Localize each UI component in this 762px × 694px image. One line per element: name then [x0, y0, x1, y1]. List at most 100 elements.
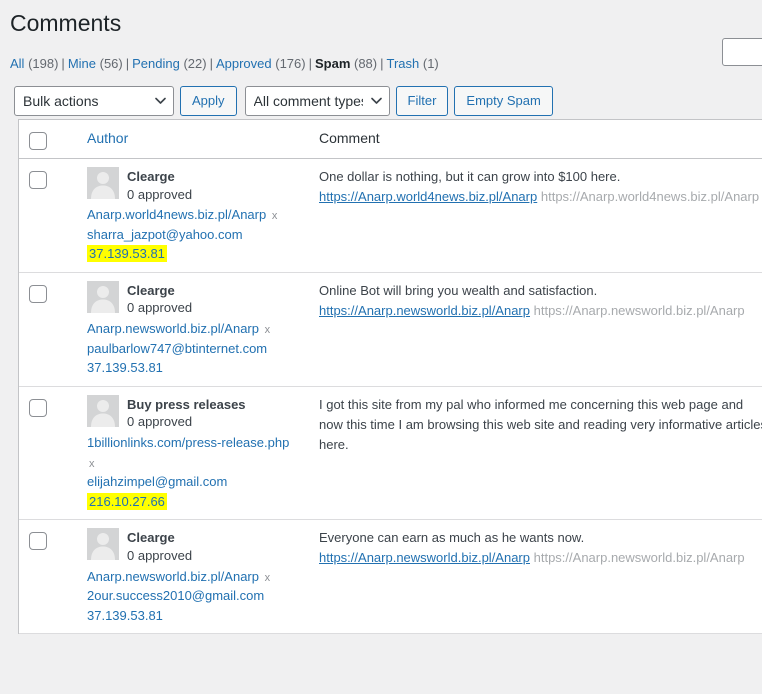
- comment-plain-url: https://Anarp.newsworld.biz.pl/Anarp: [533, 303, 745, 319]
- filter-link-trash[interactable]: Trash: [387, 56, 420, 71]
- filter-item-approved: Approved (176) |: [216, 56, 315, 71]
- row-checkbox[interactable]: [29, 398, 47, 417]
- filter-separator: |: [380, 55, 384, 71]
- author-meta: Buy press releases 0 approved: [127, 395, 246, 432]
- author-email-link[interactable]: paulbarlow747@btinternet.com: [87, 341, 267, 356]
- filter-link-spam[interactable]: Spam: [315, 56, 350, 71]
- remove-url-link[interactable]: x: [270, 210, 280, 222]
- table-body: Clearge 0 approved Anarp.world4news.biz.pl…: [19, 159, 762, 635]
- comment-text: Online Bot will bring you wealth and sat…: [319, 282, 745, 319]
- status-filter-links: All (198) | Mine (56) | Pending (22) | Approve…: [10, 51, 762, 77]
- row-checkbox[interactable]: [29, 532, 47, 551]
- author-ip-link[interactable]: 37.139.53.81: [87, 245, 167, 263]
- apply-button[interactable]: Apply: [180, 85, 237, 116]
- empty-spam-button[interactable]: Empty Spam: [454, 85, 553, 116]
- filter-button[interactable]: Filter: [395, 85, 449, 116]
- row-select-cell: [19, 272, 77, 387]
- filter-count-all: (198): [24, 55, 59, 71]
- author-links: Anarp.newsworld.biz.pl/Anarp x paulbarlow…: [87, 319, 299, 358]
- bulk-actions-select[interactable]: Bulk actions: [14, 85, 174, 116]
- author-ip-line: 37.139.53.81: [87, 606, 299, 626]
- comments-page: Comments All (198) | Mine (56) | Pending (22…: [0, 0, 762, 694]
- author-meta: Clearge 0 approved: [127, 281, 192, 318]
- comment-cell: I got this site from my pal who informed…: [309, 386, 762, 521]
- author-column-header: Author: [77, 120, 309, 159]
- row-select-cell: [19, 386, 77, 521]
- bulk-actions-select-wrap: Bulk actions: [14, 85, 174, 116]
- approved-count: 0 approved: [127, 547, 193, 563]
- remove-url-link[interactable]: x: [87, 458, 97, 470]
- avatar: [87, 280, 119, 313]
- filter-count-spam: (88): [350, 55, 378, 71]
- author-ip-link[interactable]: 216.10.27.66: [87, 492, 167, 510]
- row-checkbox[interactable]: [29, 171, 47, 189]
- comment-cell: One dollar is nothing, but it can grow i…: [309, 159, 762, 273]
- filter-link-pending[interactable]: Pending: [132, 56, 180, 71]
- comment-cell: Everyone can earn as much as he wants no…: [309, 520, 762, 635]
- remove-url-link[interactable]: x: [263, 572, 273, 584]
- author-cell: Clearge 0 approved Anarp.world4news.biz.pl…: [77, 159, 309, 273]
- filter-item-spam: Spam (88) |: [315, 56, 387, 71]
- author-links: Anarp.world4news.biz.pl/Anarp x sharra_ja…: [87, 205, 299, 244]
- filter-item-mine: Mine (56) |: [68, 56, 132, 71]
- avatar: [87, 528, 119, 561]
- author-cell: Clearge 0 approved Anarp.newsworld.biz.pl/…: [77, 272, 309, 387]
- author-meta: Clearge 0 approved: [127, 528, 192, 565]
- author-header: Buy press releases 0 approved: [87, 394, 299, 432]
- table-header-row: Author Comment: [19, 120, 762, 159]
- avatar: [87, 394, 119, 427]
- approved-count: 0 approved: [127, 300, 193, 316]
- filter-count-pending: (22): [179, 55, 207, 71]
- filter-count-mine: (56): [96, 55, 123, 71]
- author-ip-link[interactable]: 37.139.53.81: [87, 608, 163, 623]
- author-cell: Clearge 0 approved Anarp.newsworld.biz.pl/…: [77, 520, 309, 635]
- row-checkbox[interactable]: [29, 284, 47, 303]
- author-email-link[interactable]: 2our.success2010@gmail.com: [87, 588, 264, 603]
- author-site-link[interactable]: Anarp.newsworld.biz.pl/Anarp: [87, 321, 259, 336]
- author-name: Buy press releases: [127, 396, 246, 412]
- approved-count: 0 approved: [127, 414, 193, 430]
- author-name: Clearge: [127, 530, 175, 546]
- row-select-cell: [19, 520, 77, 635]
- comment-plain-url: https://Anarp.newsworld.biz.pl/Anarp: [533, 550, 745, 566]
- table-row: Buy press releases 0 approved 1billionlink…: [19, 386, 762, 521]
- comment-link[interactable]: https://Anarp.world4news.biz.pl/Anarp: [319, 189, 537, 204]
- author-site-link[interactable]: Anarp.newsworld.biz.pl/Anarp: [87, 569, 259, 584]
- remove-url-link[interactable]: x: [263, 324, 273, 336]
- author-ip-link[interactable]: 37.139.53.81: [87, 360, 163, 375]
- author-site-link[interactable]: 1billionlinks.com/press-release.php: [87, 435, 289, 450]
- comment-link[interactable]: https://Anarp.newsworld.biz.pl/Anarp: [319, 303, 530, 318]
- row-select-cell: [19, 159, 77, 273]
- comment-types-select-wrap: All comment types: [244, 85, 390, 116]
- comment-plain-url: https://Anarp.world4news.biz.pl/Anarp: [540, 189, 760, 205]
- comment-text: Everyone can earn as much as he wants no…: [319, 530, 745, 566]
- table-toolbar: Bulk actions Apply All comment types Fil…: [0, 85, 762, 116]
- comment-text: I got this site from my pal who informed…: [319, 396, 762, 453]
- approved-count: 0 approved: [127, 186, 193, 202]
- table-row: Clearge 0 approved Anarp.newsworld.biz.pl/…: [19, 520, 762, 635]
- filter-separator: |: [61, 55, 65, 71]
- filter-link-all[interactable]: All: [10, 56, 24, 71]
- filter-separator: |: [125, 55, 130, 71]
- filter-item-all: All (198) |: [10, 56, 68, 71]
- author-ip-line: 37.139.53.81: [87, 244, 299, 264]
- select-all-checkbox[interactable]: [29, 132, 47, 150]
- comment-link[interactable]: https://Anarp.newsworld.biz.pl/Anarp: [319, 550, 530, 565]
- author-name: Clearge: [127, 282, 175, 298]
- search-input[interactable]: [722, 38, 762, 66]
- author-email-link[interactable]: sharra_jazpot@yahoo.com: [87, 227, 243, 242]
- filter-separator: |: [308, 55, 312, 71]
- author-ip-line: 37.139.53.81: [87, 358, 299, 378]
- filter-item-trash: Trash (1): [387, 56, 439, 71]
- page-title: Comments: [10, 10, 122, 36]
- sort-by-author-link[interactable]: Author: [87, 130, 128, 146]
- author-site-link[interactable]: Anarp.world4news.biz.pl/Anarp: [87, 207, 266, 222]
- comment-types-select[interactable]: All comment types: [244, 85, 390, 116]
- filter-link-mine[interactable]: Mine: [68, 56, 96, 71]
- author-name: Clearge: [127, 169, 175, 184]
- author-header: Clearge 0 approved: [87, 280, 299, 318]
- filter-link-approved[interactable]: Approved: [216, 56, 272, 71]
- author-links: Anarp.newsworld.biz.pl/Anarp x 2our.succe…: [87, 567, 299, 606]
- author-email-link[interactable]: elijahzimpel@gmail.com: [87, 474, 227, 489]
- comments-table: Author Comment Clearge 0 approved Anarp.wo…: [18, 119, 762, 635]
